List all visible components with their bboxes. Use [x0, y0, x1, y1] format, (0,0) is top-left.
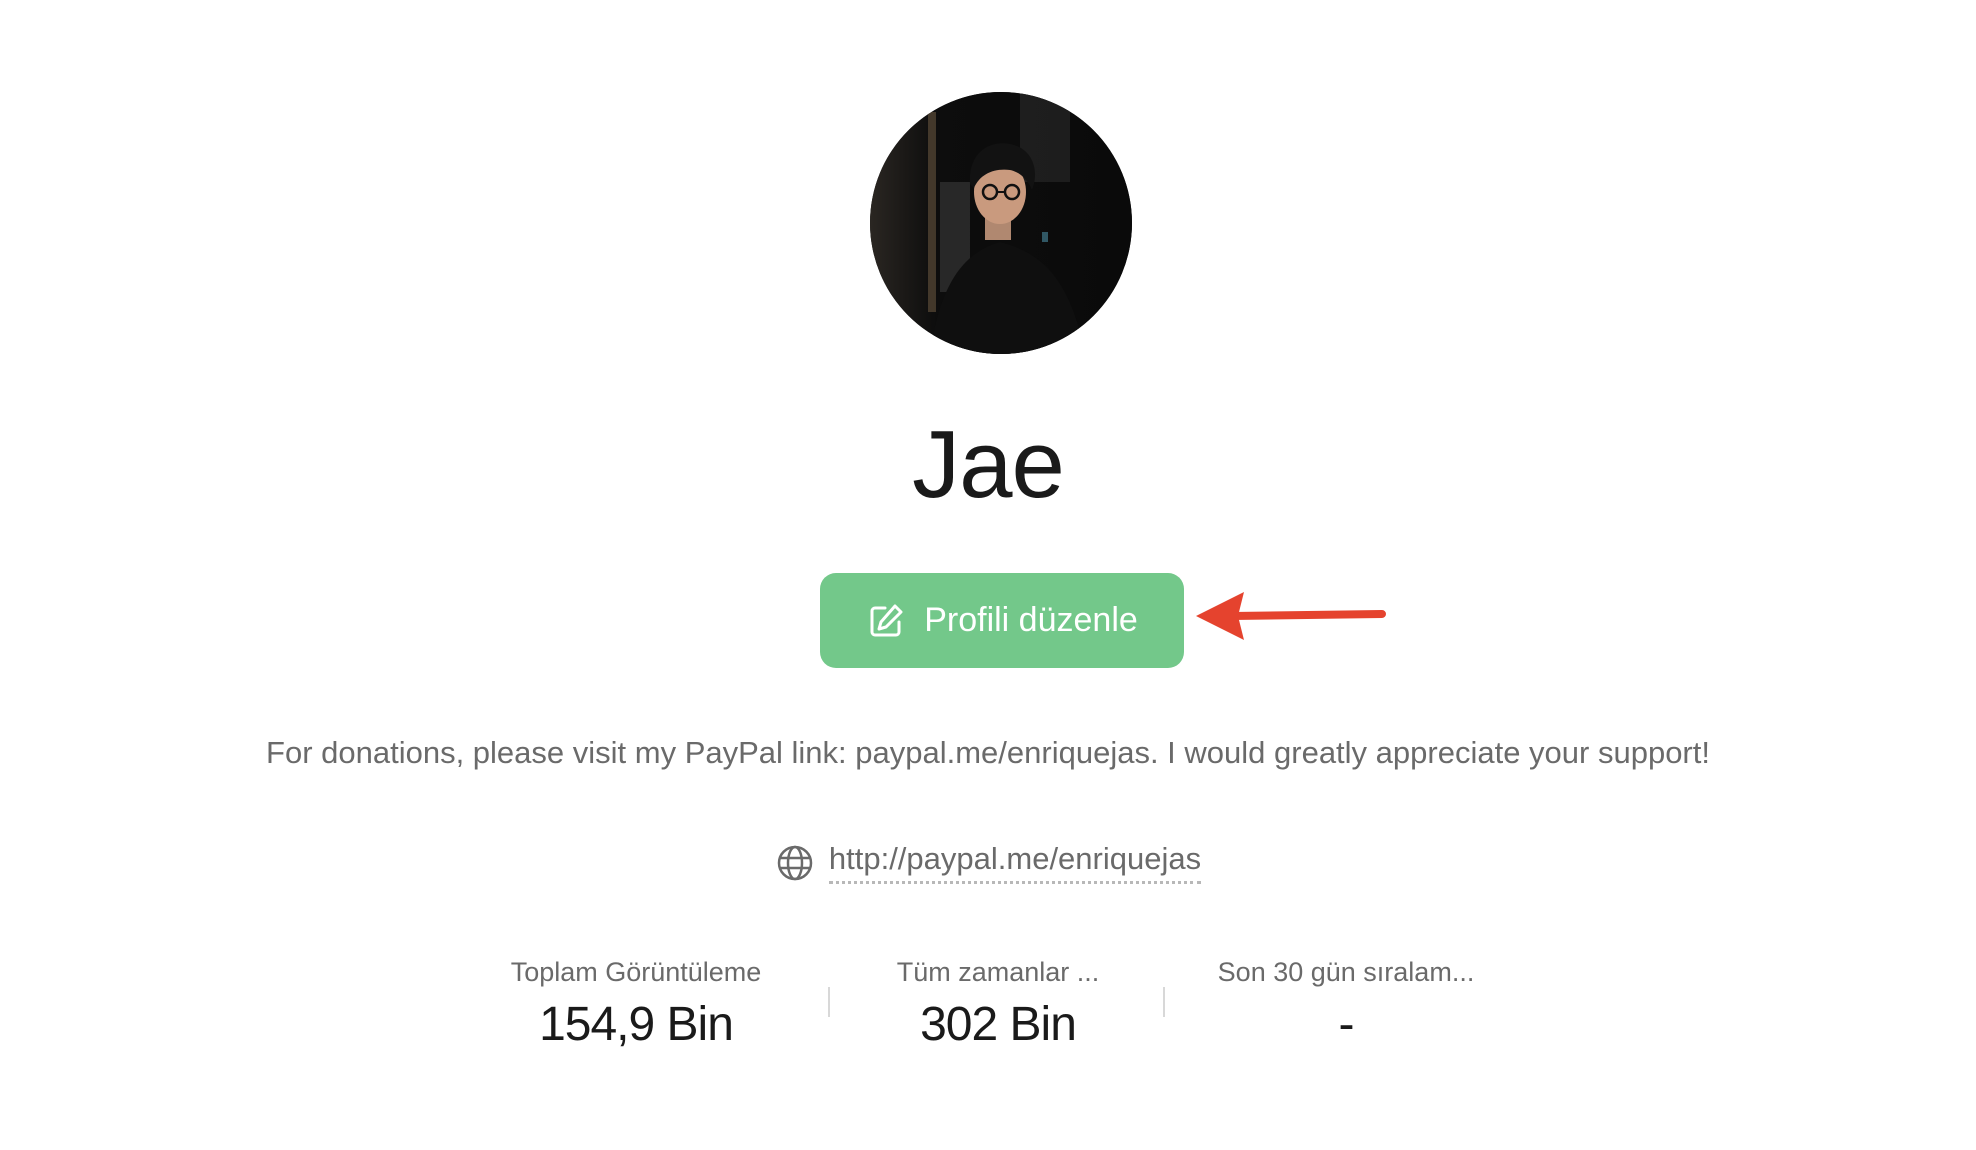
stat-30-day-rank: Son 30 gün sıralam... - [1174, 955, 1518, 1055]
stat-divider [1163, 987, 1165, 1017]
stat-label: Tüm zamanlar ... [896, 957, 1100, 987]
profile-bio: For donations, please visit my PayPal li… [266, 735, 1710, 770]
edit-profile-button[interactable]: Profili düzenle [820, 573, 1184, 668]
arrow-annotation [1192, 586, 1388, 642]
stat-value: 302 Bin [920, 998, 1077, 1051]
stat-all-time: Tüm zamanlar ... 302 Bin [838, 955, 1158, 1055]
stat-total-views: Toplam Görüntüleme 154,9 Bin [458, 955, 814, 1055]
stat-divider [828, 987, 830, 1017]
avatar[interactable] [870, 92, 1132, 354]
website-link[interactable]: http://paypal.me/enriquejas [828, 841, 1202, 884]
stat-label: Son 30 gün sıralam... [1217, 957, 1475, 987]
edit-profile-label: Profili düzenle [924, 601, 1138, 639]
profile-stats: Toplam Görüntüleme 154,9 Bin Tüm zamanla… [458, 955, 1518, 1065]
stat-label: Toplam Görüntüleme [510, 957, 762, 987]
website-link-row: http://paypal.me/enriquejas [0, 841, 1976, 884]
stat-value: - [1338, 998, 1355, 1051]
stat-value: 154,9 Bin [539, 998, 734, 1051]
globe-icon [775, 843, 815, 883]
profile-page: Jae Profili düzenle For donations, pleas… [0, 0, 1976, 1150]
profile-name: Jae [912, 411, 1065, 518]
edit-icon [866, 601, 906, 641]
